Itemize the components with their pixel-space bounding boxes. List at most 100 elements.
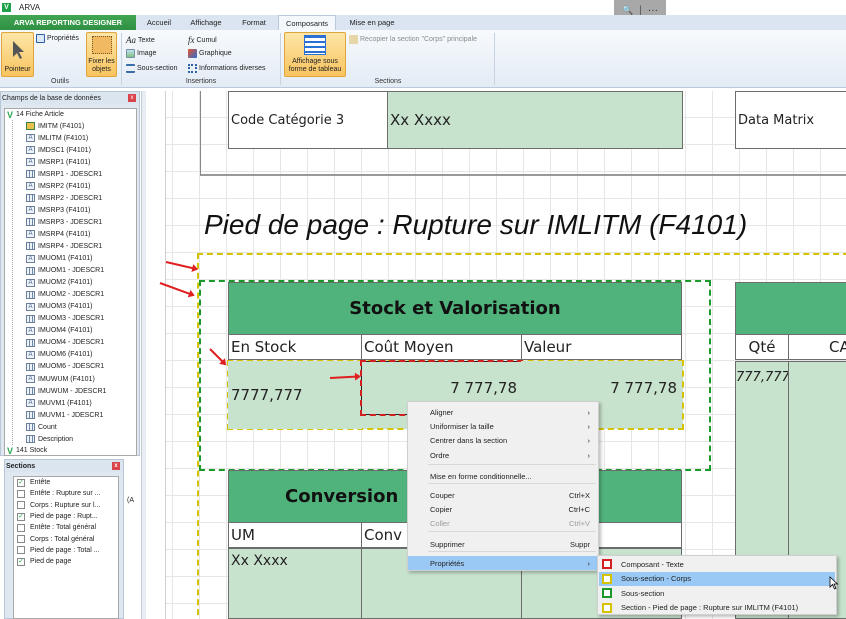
tab-composants[interactable]: Composants (278, 15, 336, 30)
text-field-icon: A (26, 399, 35, 408)
section-item[interactable]: Entête : Total général (14, 522, 118, 533)
insert-cumul-button[interactable]: fx Cumul (188, 35, 217, 45)
close-icon[interactable]: x (112, 462, 120, 470)
table-view-button[interactable]: Affichage sous forme de tableau (284, 32, 346, 77)
menu-item-ordre[interactable]: Ordre › (408, 448, 598, 462)
brand-tab[interactable]: ARVA REPORTING DESIGNER (0, 15, 136, 30)
tree-item[interactable]: Count (26, 421, 136, 433)
tab-mise-en-page[interactable]: Mise en page (342, 15, 402, 30)
checkbox-checked[interactable]: ✓ (17, 478, 25, 487)
right-header-qte[interactable]: Qté (735, 334, 789, 360)
section-item[interactable]: Pied de page : Total ... (14, 545, 118, 556)
stock-table-title[interactable]: Stock et Valorisation (228, 282, 682, 335)
zoom-icon[interactable]: 🔍 (622, 5, 633, 16)
table-field-icon (26, 423, 35, 432)
menu-item-copier[interactable]: Copier Ctrl+C (408, 502, 598, 516)
pointer-button[interactable]: Pointeur (1, 32, 34, 77)
tree-item[interactable]: IMUOM6 - JDESCR1 (26, 361, 136, 373)
right-table-title[interactable] (735, 282, 846, 335)
menu-item-supprimer[interactable]: Supprimer Suppr (408, 537, 598, 551)
tree-item[interactable]: IMSRP1 - JDESCR1 (26, 168, 136, 180)
tree-item[interactable]: Description (26, 433, 136, 445)
expand-chevron-icon[interactable]: V (7, 110, 13, 120)
submenu-item[interactable]: Composant - Texte (599, 557, 835, 571)
submenu-item[interactable]: Sous-section (599, 586, 835, 600)
menu-item-aligner[interactable]: Aligner › (408, 405, 598, 419)
checkbox-checked[interactable]: ✓ (17, 512, 25, 521)
submenu-item[interactable]: Sous-section - Corps (599, 571, 835, 586)
tab-accueil[interactable]: Accueil (140, 15, 178, 30)
checkbox-checked[interactable]: ✓ (17, 557, 25, 566)
insert-image-button[interactable]: Image (126, 49, 156, 58)
checkbox-unchecked[interactable] (17, 546, 25, 555)
insert-misc-info-button[interactable]: Informations diverses (188, 64, 266, 73)
right-header-ca[interactable]: CA (788, 334, 846, 360)
section-item[interactable]: Corps : Rupture sur l... (14, 500, 118, 511)
tree-item[interactable]: IMUOM4 - JDESCR1 (26, 337, 136, 349)
tree-item[interactable]: A IMUWUM (F4101) (26, 373, 136, 385)
tree-item[interactable]: A IMUOM2 (F4101) (26, 277, 136, 289)
tree-item[interactable]: IMUOM1 - JDESCR1 (26, 265, 136, 277)
insert-text-button[interactable]: Aa Texte (126, 35, 155, 45)
checkbox-unchecked[interactable] (17, 501, 25, 510)
submenu-item[interactable]: Section - Pied de page : Rupture sur IML… (599, 601, 835, 615)
tree-item[interactable]: A IMUOM1 (F4101) (26, 253, 136, 265)
tab-affichage[interactable]: Affichage (184, 15, 228, 30)
fix-objects-button[interactable]: Fixer les objets (86, 32, 117, 77)
menu-item-propri-t-s[interactable]: Propriétés › (408, 556, 598, 570)
tree-item[interactable]: A IMUVM1 (F4101) (26, 397, 136, 409)
data-matrix-label-cell[interactable]: Data Matrix (735, 91, 846, 149)
tree-item[interactable]: IMSRP3 - JDESCR1 (26, 216, 136, 228)
tree-item[interactable]: A IMSRP4 (F4101) (26, 228, 136, 240)
properties-submenu: Composant - Texte Sous-section - Corps Sou… (597, 555, 837, 615)
conversion-value-um[interactable]: Xx Xxxx (228, 548, 362, 619)
insert-chart-button[interactable]: Graphique (188, 49, 232, 58)
menu-item-mise-en-forme-conditionnelle[interactable]: Mise en forme conditionnelle... (408, 469, 598, 483)
category-value-cell[interactable]: Xx Xxxx (387, 91, 683, 149)
tree-item[interactable]: IMITM (F4101) (26, 120, 136, 132)
properties-button[interactable]: Propriétés (36, 34, 79, 43)
menu-item-centrer-dans-la-section[interactable]: Centrer dans la section › (408, 433, 598, 447)
copy-section-icon (349, 35, 358, 44)
insert-subsection-button[interactable]: Sous-section (126, 64, 177, 73)
stock-value-en-stock[interactable]: 7777,777 (228, 361, 362, 429)
checkbox-unchecked[interactable] (17, 523, 25, 532)
stock-header-en-stock[interactable]: En Stock (228, 334, 362, 360)
expand-chevron-icon[interactable]: V (7, 446, 13, 455)
fields-tree[interactable]: V 14 Fiche Article IMITM (F4101) A IMLITM … (4, 108, 137, 456)
checkbox-unchecked[interactable] (17, 535, 25, 544)
tree-item[interactable]: A IMUOM4 (F4101) (26, 325, 136, 337)
tree-item[interactable]: IMUOM3 - JDESCR1 (26, 313, 136, 325)
tab-format[interactable]: Format (234, 15, 274, 30)
tree-item[interactable]: A IMSRP1 (F4101) (26, 156, 136, 168)
tree-item[interactable]: A IMDSC1 (F4101) (26, 144, 136, 156)
tree-item[interactable]: IMUVM1 - JDESCR1 (26, 409, 136, 421)
tree-item[interactable]: A IMUOM3 (F4101) (26, 301, 136, 313)
tree-item[interactable]: A IMSRP3 (F4101) (26, 204, 136, 216)
tree-root-node[interactable]: V 141 Stock (5, 445, 136, 455)
section-item[interactable]: Entête : Rupture sur ... (14, 488, 118, 499)
checkbox-unchecked[interactable] (17, 489, 25, 498)
menu-item-uniformiser-la-taille[interactable]: Uniformiser la taille › (408, 419, 598, 433)
section-item[interactable]: Corps : Total général (14, 533, 118, 544)
section-item[interactable]: ✓ Entête (14, 477, 118, 488)
section-item[interactable]: ✓ Pied de page (14, 556, 118, 567)
tree-item[interactable]: A IMLITM (F4101) (26, 132, 136, 144)
section-item[interactable]: ✓ Pied de page : Rupt... (14, 511, 118, 522)
tree-item[interactable]: IMSRP4 - JDESCR1 (26, 240, 136, 252)
stock-header-cout-moyen[interactable]: Coût Moyen (361, 334, 522, 360)
close-icon[interactable]: x (128, 94, 136, 102)
conversion-header-um[interactable]: UM (228, 522, 362, 548)
tree-item[interactable]: IMUOM2 - JDESCR1 (26, 289, 136, 301)
category-label-cell[interactable]: Code Catégorie 3 (228, 91, 388, 149)
stock-header-valeur[interactable]: Valeur (521, 334, 682, 360)
copy-body-section-button[interactable]: Recopier la section "Corps" principale (349, 35, 477, 44)
menu-item-couper[interactable]: Couper Ctrl+X (408, 488, 598, 502)
tree-item[interactable]: IMSRP2 - JDESCR1 (26, 192, 136, 204)
tree-item[interactable]: A IMUOM6 (F4101) (26, 349, 136, 361)
more-icon[interactable]: ··· (648, 5, 658, 16)
tree-item[interactable]: IMUWUM - JDESCR1 (26, 385, 136, 397)
tree-item[interactable]: A IMSRP2 (F4101) (26, 180, 136, 192)
menu-item-coller[interactable]: Coller Ctrl+V (408, 516, 598, 530)
tree-root-node[interactable]: V 14 Fiche Article (5, 109, 136, 120)
